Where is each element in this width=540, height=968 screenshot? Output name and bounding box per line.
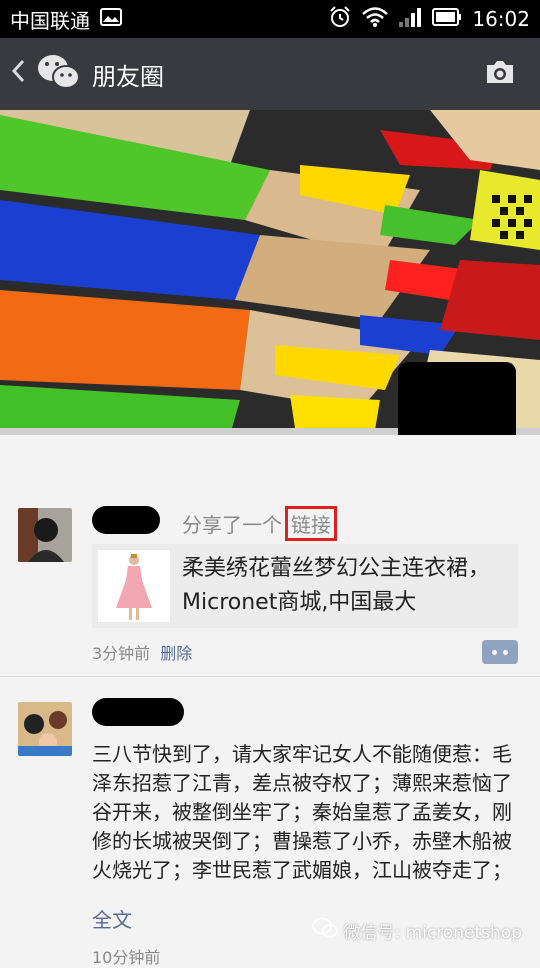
comment-dot-icon xyxy=(492,649,497,655)
share-action-text: 分享了一个 xyxy=(182,513,282,537)
comment-dot-icon xyxy=(503,649,508,655)
delete-link[interactable]: 删除 xyxy=(160,640,192,664)
post-1: 分享了一个 链接 柔美绣花蕾丝梦幻公主连衣裙，Micronet商城,中国最大 3… xyxy=(0,500,540,675)
redacted-username[interactable] xyxy=(92,506,160,534)
divider xyxy=(0,676,540,677)
avatar[interactable] xyxy=(18,702,72,756)
page-title: 朋友圈 xyxy=(92,62,164,91)
link-card-title: 柔美绣花蕾丝梦幻公主连衣裙，Micronet商城,中国最大 xyxy=(182,556,491,615)
post-body-text: 三八节快到了，请大家牢记女人不能随便惹：毛泽东招惹了江青，差点被夺权了；薄熙来惹… xyxy=(92,742,512,882)
link-word-highlight: 链接 xyxy=(285,506,337,541)
watermark: 微信号: micronetshop xyxy=(311,917,523,944)
camera-icon[interactable] xyxy=(484,59,516,89)
dress-thumbnail-image xyxy=(98,550,170,622)
watermark-text: 微信号: micronetshop xyxy=(343,923,523,943)
image-notification-icon xyxy=(100,7,122,31)
cover-photo[interactable] xyxy=(0,110,540,435)
avatar[interactable] xyxy=(18,508,72,562)
redacted-username[interactable] xyxy=(92,698,184,726)
status-bar: 中国联通 16:02 xyxy=(0,0,540,38)
signal-icon xyxy=(398,6,422,33)
post-timestamp: 10分钟前 xyxy=(92,948,161,967)
header-bar: 朋友圈 xyxy=(0,38,540,110)
wechat-watermark-icon xyxy=(311,917,338,944)
wechat-logo-icon xyxy=(36,52,82,96)
post-timestamp: 3分钟前 xyxy=(92,644,151,663)
carrier-label: 中国联通 xyxy=(10,8,90,33)
wifi-icon xyxy=(362,6,389,33)
redacted-profile-avatar xyxy=(398,362,516,435)
clock-time: 16:02 xyxy=(472,7,530,31)
comment-button[interactable] xyxy=(482,640,518,664)
battery-icon xyxy=(432,7,462,31)
full-text-link[interactable]: 全文 xyxy=(92,904,132,933)
back-chevron-icon[interactable] xyxy=(0,58,36,91)
alarm-icon xyxy=(328,5,352,34)
link-card[interactable]: 柔美绣花蕾丝梦幻公主连衣裙，Micronet商城,中国最大 xyxy=(92,544,518,628)
